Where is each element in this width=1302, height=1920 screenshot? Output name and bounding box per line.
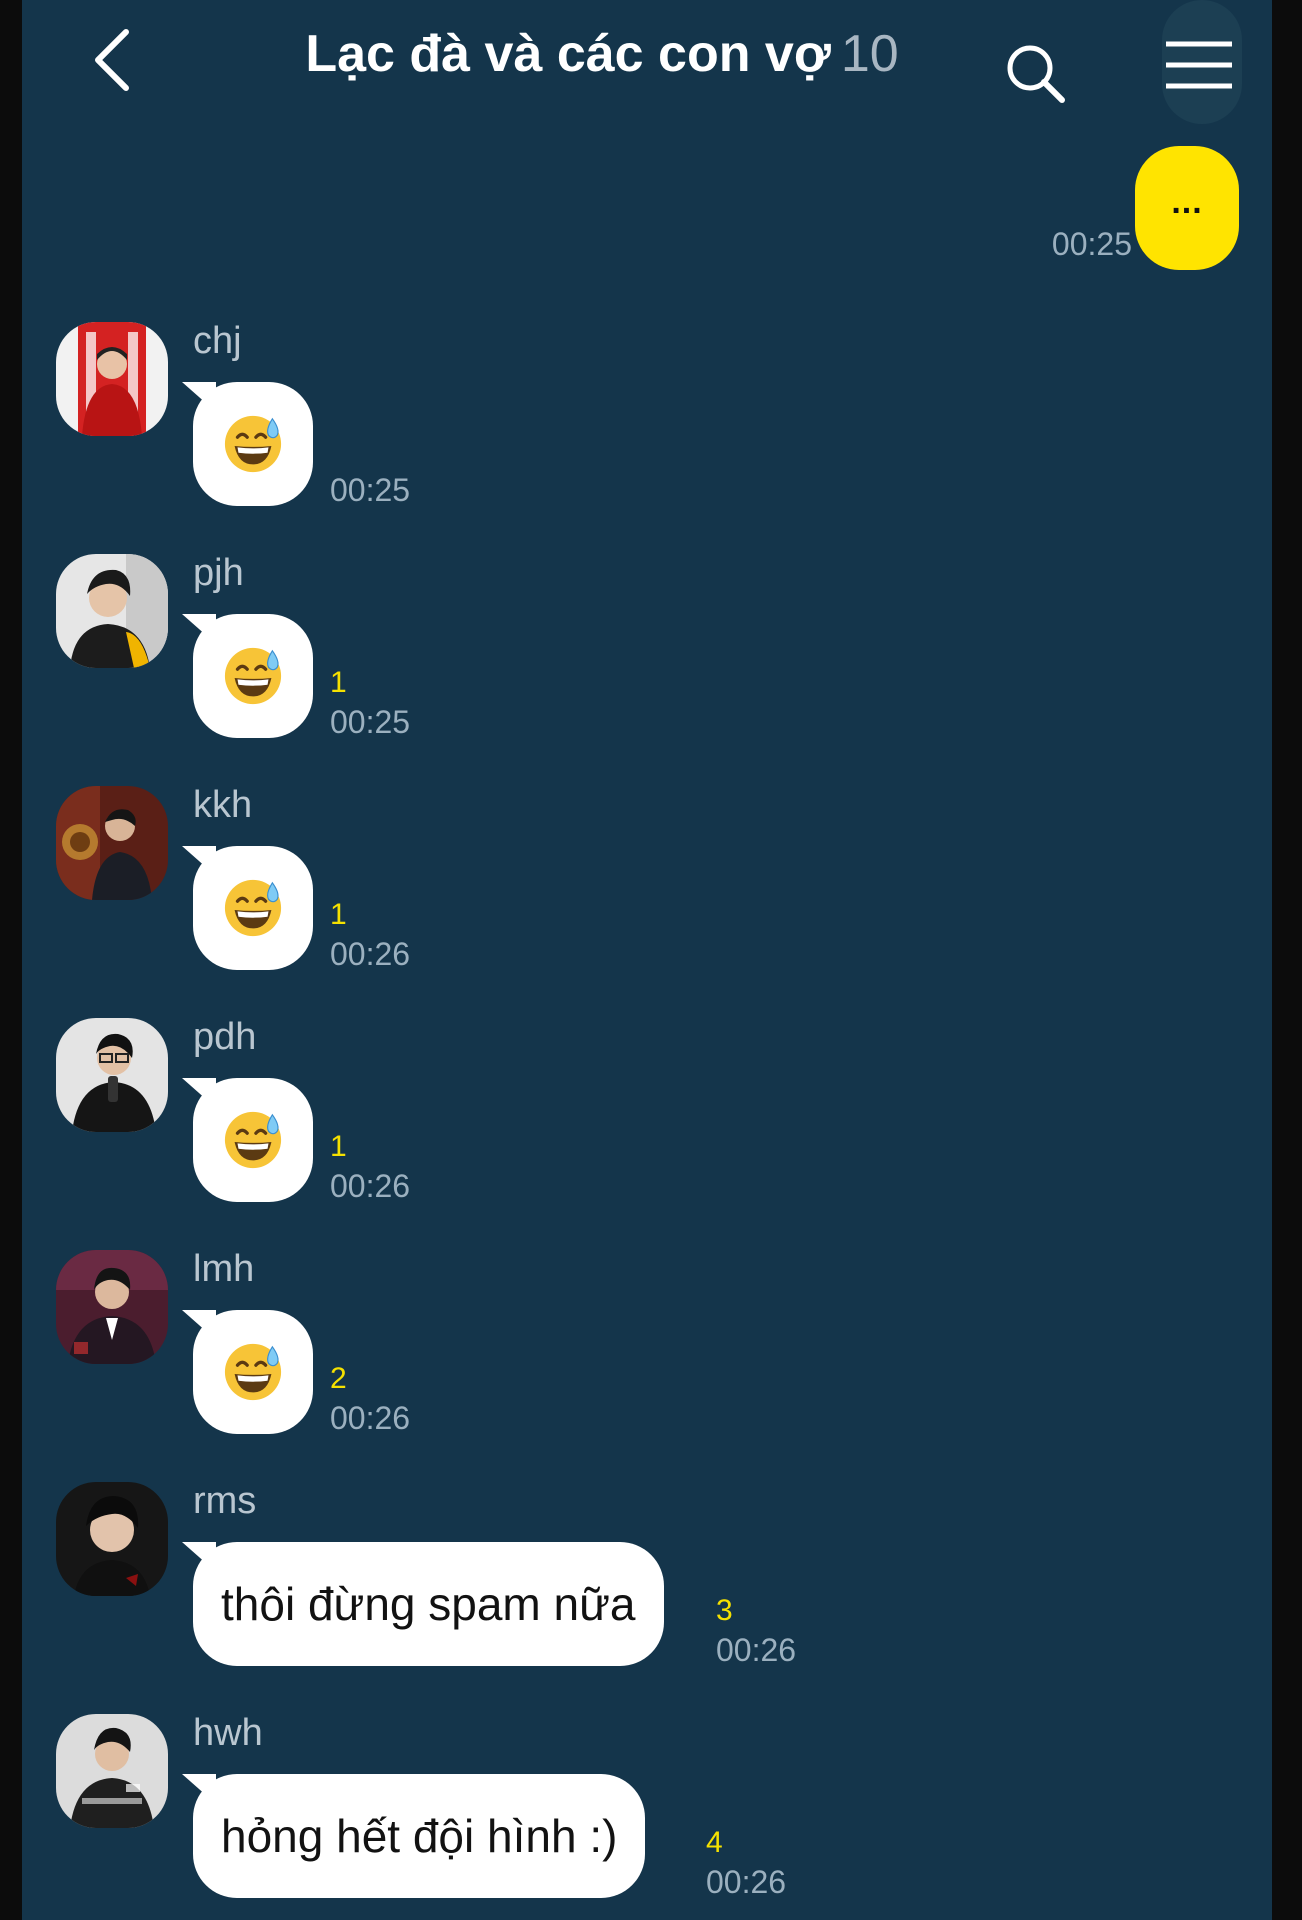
message-bubble[interactable]	[193, 1310, 313, 1434]
message-row: pdh 1 00:26	[22, 1016, 1272, 1250]
message-bubble[interactable]	[193, 382, 313, 506]
avatar-image	[56, 1714, 168, 1828]
my-message-bubble[interactable]: ...	[1135, 146, 1239, 270]
back-button[interactable]	[82, 28, 142, 92]
chat-header: Lạc đà và các con vợ 10	[22, 0, 1272, 124]
avatar[interactable]	[56, 786, 168, 900]
sweat-smile-emoji-icon	[224, 1343, 282, 1401]
chat-title: Lạc đà và các con vợ 10	[242, 24, 962, 84]
chevron-left-icon	[95, 29, 129, 91]
sweat-smile-emoji-icon	[224, 415, 282, 473]
message-time: 00:25	[330, 704, 411, 740]
message-time: 00:26	[330, 1400, 411, 1436]
chat-room-name: Lạc đà và các con vợ	[305, 25, 831, 83]
sweat-smile-emoji-icon	[224, 1111, 282, 1169]
avatar-image	[56, 1018, 168, 1132]
avatar-image	[56, 1482, 168, 1596]
unread-count: 4	[706, 1826, 723, 1859]
search-icon	[1007, 45, 1065, 103]
unread-count: 1	[330, 1130, 347, 1163]
avatar[interactable]	[56, 322, 168, 436]
message-time: 00:25	[330, 472, 411, 508]
avatar-image	[56, 786, 168, 900]
message-time: 00:26	[706, 1864, 787, 1900]
avatar[interactable]	[56, 1714, 168, 1828]
hamburger-menu-icon	[1166, 41, 1232, 89]
avatar-image	[56, 1250, 168, 1364]
message-bubble[interactable]: hỏng hết đội hình :)	[193, 1774, 646, 1898]
sweat-smile-emoji-icon	[224, 647, 282, 705]
message-bubble[interactable]	[193, 614, 313, 738]
search-button[interactable]	[1002, 40, 1068, 106]
message-row: chj 00:25	[22, 320, 1272, 554]
my-message-time: 00:25	[1051, 226, 1132, 262]
menu-button[interactable]	[1148, 0, 1264, 124]
sender-name: pjh	[193, 552, 244, 594]
message-time: 00:26	[330, 936, 411, 972]
sender-name: lmh	[193, 1248, 255, 1290]
message-row: hwh hỏng hết đội hình :) 4 00:26	[22, 1712, 1272, 1920]
message-row: kkh 1 00:26	[22, 784, 1272, 1018]
unread-count: 3	[716, 1594, 733, 1627]
sender-name: rms	[193, 1480, 257, 1522]
member-count: 10	[840, 25, 899, 83]
unread-count: 1	[330, 898, 347, 931]
message-bubble[interactable]: thôi đừng spam nữa	[193, 1542, 664, 1666]
sweat-smile-emoji-icon	[224, 879, 282, 937]
sender-name: pdh	[193, 1016, 257, 1058]
message-row: rms thôi đừng spam nữa 3 00:26	[22, 1480, 1272, 1714]
sender-name: chj	[193, 320, 242, 362]
message-bubble[interactable]	[193, 1078, 313, 1202]
avatar-image	[56, 322, 168, 436]
sender-name: hwh	[193, 1712, 263, 1754]
avatar[interactable]	[56, 554, 168, 668]
unread-count: 1	[330, 666, 347, 699]
chat-screen: Lạc đà và các con vợ 10 00:25 ... chj 00…	[22, 0, 1272, 1920]
message-time: 00:26	[330, 1168, 411, 1204]
message-row: pjh 1 00:25	[22, 552, 1272, 786]
message-time: 00:26	[716, 1632, 797, 1668]
avatar[interactable]	[56, 1018, 168, 1132]
sender-name: kkh	[193, 784, 253, 826]
avatar[interactable]	[56, 1482, 168, 1596]
avatar-image	[56, 554, 168, 668]
my-message-text: ...	[1171, 182, 1203, 221]
unread-count: 2	[330, 1362, 347, 1395]
avatar[interactable]	[56, 1250, 168, 1364]
message-bubble[interactable]	[193, 846, 313, 970]
message-row: lmh 2 00:26	[22, 1248, 1272, 1482]
